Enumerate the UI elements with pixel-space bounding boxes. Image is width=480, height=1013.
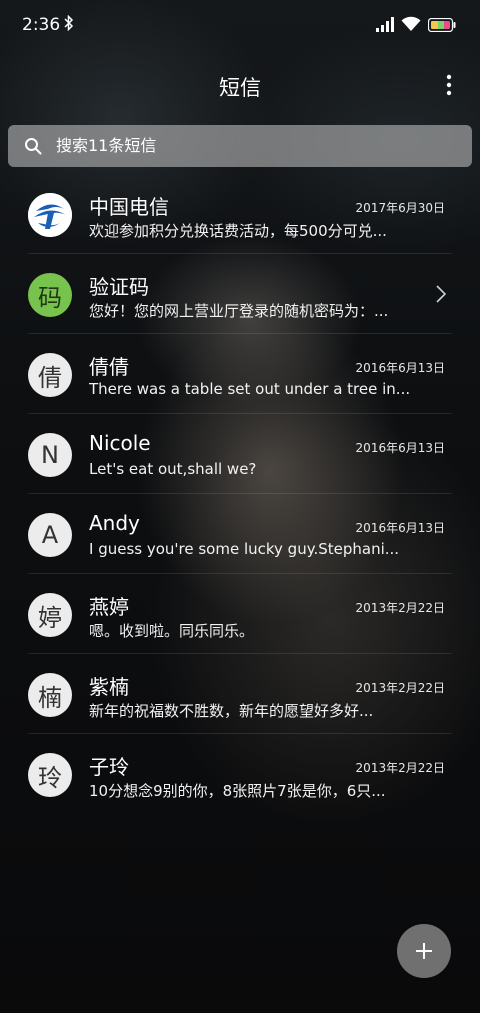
search-input[interactable]: 搜索11条短信 [56,125,456,167]
battery-icon [427,17,456,33]
message-date: 2013年2月22日 [355,681,445,695]
conversation-list: 中国电信 2017年6月30日 欢迎参加积分兑换话费活动，每500分可兑... … [0,174,480,814]
message-date: 2016年6月13日 [355,441,445,455]
conversation-item[interactable]: 中国电信 2017年6月30日 欢迎参加积分兑换话费活动，每500分可兑... [0,174,480,254]
message-preview: There was a table set out under a tree i… [89,380,411,398]
conversation-item[interactable]: 婷 燕婷 2013年2月22日 嗯。收到啦。同乐同乐。 [0,574,480,654]
bluetooth-icon [64,14,74,35]
contact-name: 中国电信 [89,195,169,219]
search-bar[interactable]: 搜索11条短信 [8,125,472,167]
message-preview: 10分想念9别的你，8张照片7张是你，6只... [89,782,386,800]
new-message-button[interactable] [397,924,451,978]
avatar: 婷 [28,593,72,637]
message-date: 2016年6月13日 [355,361,445,375]
page-title: 短信 [219,76,261,100]
status-time: 2:36 [22,15,61,35]
avatar: 倩 [28,353,72,397]
avatar: 楠 [28,673,72,717]
conversation-item[interactable]: N Nicole 2016年6月13日 Let's eat out,shall … [0,414,480,494]
signal-icon [376,17,395,32]
title-bar: 短信 [0,62,480,106]
conversation-item[interactable]: 码 验证码 您好！您的网上营业厅登录的随机密码为：... [0,254,480,334]
plus-icon [416,943,432,959]
message-preview: 嗯。收到啦。同乐同乐。 [89,622,255,640]
conversation-item[interactable]: 倩 倩倩 2016年6月13日 There was a table set ou… [0,334,480,414]
contact-name: 紫楠 [89,675,129,699]
wifi-icon [401,16,421,32]
avatar: 码 [28,273,72,317]
message-preview: I guess you're some lucky guy.Stephani..… [89,540,400,558]
avatar: 玲 [28,753,72,797]
contact-name: 倩倩 [89,355,129,379]
contact-name: 子玲 [89,755,129,779]
message-date: 2013年2月22日 [355,601,445,615]
contact-name: Nicole [89,431,151,455]
message-preview: 新年的祝福数不胜数，新年的愿望好多好... [89,702,374,720]
contact-name: 燕婷 [89,595,129,619]
chevron-right-icon [436,285,447,303]
conversation-item[interactable]: 玲 子玲 2013年2月22日 10分想念9别的你，8张照片7张是你，6只... [0,734,480,814]
contact-name: Andy [89,511,140,535]
message-date: 2016年6月13日 [355,521,445,535]
avatar: N [28,433,72,477]
message-date: 2017年6月30日 [355,201,445,215]
status-bar: 2:36 [0,0,480,52]
avatar: A [28,513,72,557]
message-date: 2013年2月22日 [355,761,445,775]
message-preview: Let's eat out,shall we? [89,460,257,478]
message-preview: 欢迎参加积分兑换话费活动，每500分可兑... [89,222,387,240]
contact-name: 验证码 [89,275,149,299]
telecom-logo-avatar [28,193,72,237]
message-preview: 您好！您的网上营业厅登录的随机密码为：... [89,302,389,320]
conversation-item[interactable]: A Andy 2016年6月13日 I guess you're some lu… [0,494,480,574]
more-vertical-icon[interactable] [446,74,452,96]
search-icon [24,137,42,155]
conversation-item[interactable]: 楠 紫楠 2013年2月22日 新年的祝福数不胜数，新年的愿望好多好... [0,654,480,734]
